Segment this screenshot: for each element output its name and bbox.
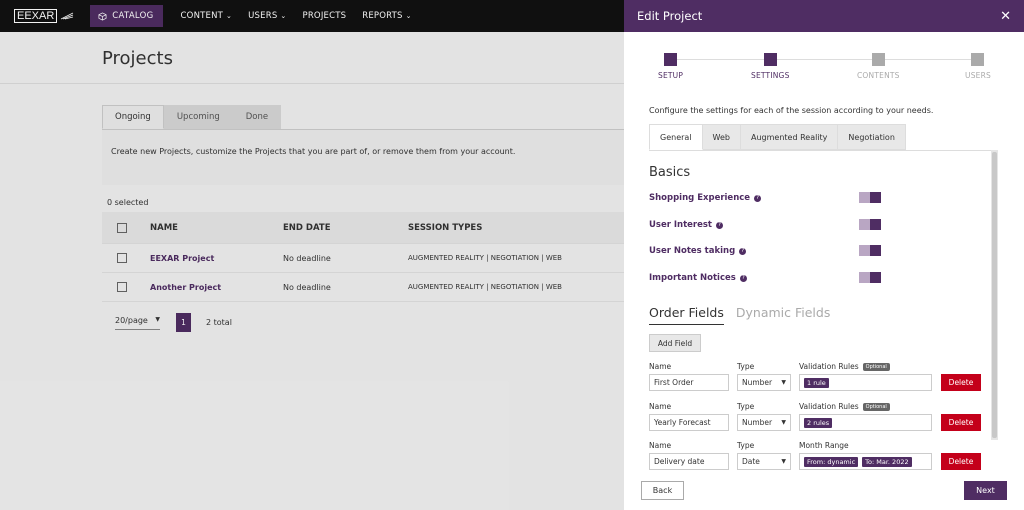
range-to-chip[interactable]: To: Mar. 2022 bbox=[862, 456, 912, 467]
field-name-input[interactable]: Delivery date bbox=[649, 453, 729, 470]
help-icon[interactable]: ? bbox=[754, 194, 762, 202]
validation-rules-input[interactable]: 1 rule bbox=[799, 374, 932, 391]
next-button[interactable]: Next bbox=[964, 481, 1007, 500]
field-type-select[interactable]: Number ▼ bbox=[737, 414, 791, 431]
tab-augmented-reality[interactable]: Augmented Reality bbox=[740, 124, 839, 150]
toggle-row-user-notes: User Notes taking? bbox=[649, 244, 884, 258]
help-icon[interactable]: ? bbox=[739, 247, 747, 255]
step-marker bbox=[664, 53, 678, 66]
modal-backdrop[interactable] bbox=[0, 0, 624, 510]
toggle-row-shopping-experience: Shopping Experience? bbox=[649, 191, 884, 205]
shopping-experience-toggle[interactable] bbox=[859, 192, 881, 203]
help-icon[interactable]: ? bbox=[739, 274, 747, 282]
optional-badge: Optional bbox=[862, 403, 890, 411]
step-label: SETTINGS bbox=[751, 71, 790, 80]
panel-scrollbar[interactable] bbox=[991, 150, 998, 440]
basics-heading: Basics bbox=[649, 165, 691, 180]
step-contents[interactable]: CONTENTS bbox=[857, 53, 900, 80]
field-name-input[interactable]: First Order bbox=[649, 374, 729, 391]
important-notices-toggle[interactable] bbox=[859, 272, 881, 283]
close-icon[interactable]: ✕ bbox=[1000, 9, 1011, 24]
step-settings[interactable]: SETTINGS bbox=[751, 53, 790, 80]
caret-down-icon: ▼ bbox=[781, 458, 786, 465]
user-notes-toggle[interactable] bbox=[859, 245, 881, 256]
scroll-thumb[interactable] bbox=[992, 152, 997, 438]
step-label: SETUP bbox=[658, 71, 684, 80]
toggle-knob bbox=[870, 272, 881, 283]
delete-field-button[interactable]: Delete bbox=[941, 453, 981, 470]
tab-order-fields[interactable]: Order Fields bbox=[649, 305, 724, 325]
toggle-label: Important Notices bbox=[649, 273, 736, 283]
toggle-label: User Interest bbox=[649, 220, 712, 230]
field-type-value: Date bbox=[742, 457, 760, 466]
config-description: Configure the settings for each of the s… bbox=[649, 106, 934, 115]
field-type-value: Number bbox=[742, 378, 773, 387]
validation-label-text: Validation Rules bbox=[799, 362, 859, 371]
edit-project-drawer: Edit Project ✕ SETUP SETTINGS CONTENTS U… bbox=[624, 0, 1024, 510]
type-label: Type bbox=[737, 441, 755, 450]
month-range-input[interactable]: From: dynamic To: Mar. 2022 bbox=[799, 453, 932, 470]
step-label: USERS bbox=[965, 71, 991, 80]
step-setup[interactable]: SETUP bbox=[658, 53, 683, 80]
toggle-label: User Notes taking bbox=[649, 246, 736, 256]
name-label: Name bbox=[649, 441, 672, 450]
field-type-value: Number bbox=[742, 418, 773, 427]
delete-field-button[interactable]: Delete bbox=[941, 374, 981, 391]
toggle-knob bbox=[870, 192, 881, 203]
rule-chip[interactable]: 1 rule bbox=[804, 377, 829, 388]
range-from-chip[interactable]: From: dynamic bbox=[804, 456, 859, 467]
rule-chip[interactable]: 2 rules bbox=[804, 417, 833, 428]
caret-down-icon: ▼ bbox=[781, 379, 786, 386]
toggle-knob bbox=[870, 245, 881, 256]
wizard-stepper: SETUP SETTINGS CONTENTS USERS bbox=[624, 53, 1024, 83]
validation-label: Validation Rules Optional bbox=[799, 402, 890, 411]
optional-badge: Optional bbox=[862, 363, 890, 371]
field-type-select[interactable]: Date ▼ bbox=[737, 453, 791, 470]
toggle-knob bbox=[870, 219, 881, 230]
step-label: CONTENTS bbox=[857, 71, 900, 80]
toggle-row-user-interest: User Interest? bbox=[649, 218, 884, 232]
back-button[interactable]: Back bbox=[641, 481, 684, 500]
session-tabs: General Web Augmented Reality Negotiatio… bbox=[649, 124, 906, 150]
tab-dynamic-fields[interactable]: Dynamic Fields bbox=[736, 305, 830, 325]
tab-negotiation[interactable]: Negotiation bbox=[838, 124, 906, 150]
validation-rules-input[interactable]: 2 rules bbox=[799, 414, 932, 431]
field-type-select[interactable]: Number ▼ bbox=[737, 374, 791, 391]
user-interest-toggle[interactable] bbox=[859, 219, 881, 230]
step-marker bbox=[971, 53, 985, 66]
field-tabs: Order Fields Dynamic Fields bbox=[649, 305, 830, 325]
caret-down-icon: ▼ bbox=[781, 419, 786, 426]
add-field-button[interactable]: Add Field bbox=[649, 334, 701, 352]
delete-field-button[interactable]: Delete bbox=[941, 414, 981, 431]
field-name-input[interactable]: Yearly Forecast bbox=[649, 414, 729, 431]
drawer-header: Edit Project ✕ bbox=[624, 0, 1024, 32]
type-label: Type bbox=[737, 402, 755, 411]
tab-web[interactable]: Web bbox=[702, 124, 741, 150]
name-label: Name bbox=[649, 362, 672, 371]
toggle-label: Shopping Experience bbox=[649, 193, 751, 203]
step-marker bbox=[871, 53, 885, 66]
toggle-row-important-notices: Important Notices? bbox=[649, 271, 884, 285]
validation-label: Validation Rules Optional bbox=[799, 362, 890, 371]
help-icon[interactable]: ? bbox=[716, 221, 723, 229]
validation-label-text: Validation Rules bbox=[799, 402, 859, 411]
step-marker bbox=[763, 53, 777, 66]
name-label: Name bbox=[649, 402, 672, 411]
step-users[interactable]: USERS bbox=[965, 53, 991, 80]
type-label: Type bbox=[737, 362, 755, 371]
drawer-title: Edit Project bbox=[637, 9, 703, 23]
month-range-label: Month Range bbox=[799, 441, 849, 450]
tab-general[interactable]: General bbox=[649, 124, 703, 150]
